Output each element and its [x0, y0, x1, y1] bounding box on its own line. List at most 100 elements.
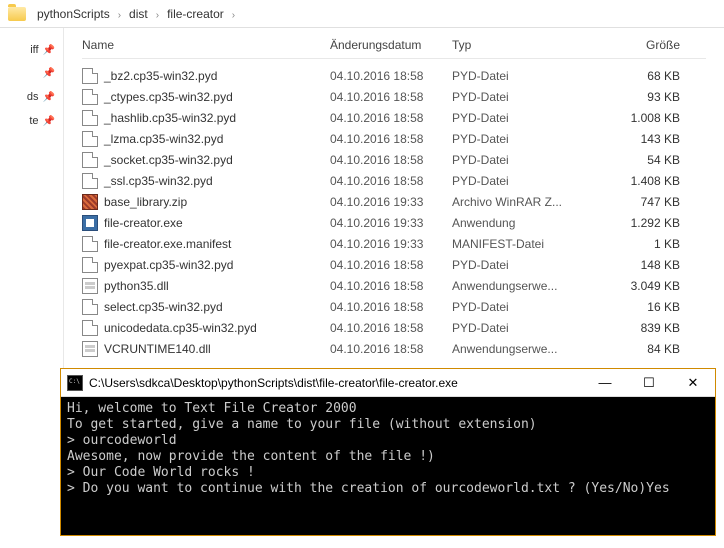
- file-size: 1.292 KB: [592, 216, 688, 230]
- breadcrumb-segment[interactable]: pythonScripts: [34, 7, 113, 21]
- exe-icon: [82, 215, 98, 231]
- sidebar-item[interactable]: ds📌: [0, 85, 63, 109]
- file-type: PYD-Datei: [452, 300, 592, 314]
- file-icon: [82, 89, 98, 105]
- file-row[interactable]: _lzma.cp35-win32.pyd04.10.2016 18:58PYD-…: [82, 128, 706, 149]
- file-row[interactable]: python35.dll04.10.2016 18:58Anwendungser…: [82, 275, 706, 296]
- file-size: 1 KB: [592, 237, 688, 251]
- dll-icon: [82, 341, 98, 357]
- file-type: MANIFEST-Datei: [452, 237, 592, 251]
- file-type: Anwendung: [452, 216, 592, 230]
- file-size: 68 KB: [592, 69, 688, 83]
- file-size: 84 KB: [592, 342, 688, 356]
- file-row[interactable]: _socket.cp35-win32.pyd04.10.2016 18:58PY…: [82, 149, 706, 170]
- file-date: 04.10.2016 18:58: [330, 258, 452, 272]
- col-date[interactable]: Änderungsdatum: [330, 38, 452, 52]
- breadcrumb-segment[interactable]: dist: [126, 7, 151, 21]
- file-name: pyexpat.cp35-win32.pyd: [104, 258, 233, 272]
- file-row[interactable]: _bz2.cp35-win32.pyd04.10.2016 18:58PYD-D…: [82, 65, 706, 86]
- file-name: python35.dll: [104, 279, 169, 293]
- file-name: _ctypes.cp35-win32.pyd: [104, 90, 233, 104]
- pin-icon: 📌: [43, 116, 55, 127]
- col-type[interactable]: Typ: [452, 38, 592, 52]
- file-size: 93 KB: [592, 90, 688, 104]
- file-name: base_library.zip: [104, 195, 187, 209]
- file-row[interactable]: _hashlib.cp35-win32.pyd 04.10.2016 18:58P…: [82, 107, 706, 128]
- file-icon: [82, 68, 98, 84]
- file-date: 04.10.2016 18:58: [330, 153, 452, 167]
- file-date: 04.10.2016 18:58: [330, 111, 452, 125]
- file-date: 04.10.2016 18:58: [330, 174, 452, 188]
- col-size[interactable]: Größe: [592, 38, 688, 52]
- file-date: 04.10.2016 18:58: [330, 321, 452, 335]
- column-headers[interactable]: Name Änderungsdatum Typ Größe: [82, 38, 706, 59]
- chevron-right-icon: ›: [151, 10, 164, 21]
- sidebar-item[interactable]: 📌: [0, 62, 63, 85]
- file-row[interactable]: select.cp35-win32.pyd 04.10.2016 18:58PYD…: [82, 296, 706, 317]
- close-button[interactable]: ✕: [671, 369, 715, 397]
- maximize-button[interactable]: ☐: [627, 369, 671, 397]
- file-type: Anwendungserwe...: [452, 342, 592, 356]
- pin-icon: 📌: [43, 68, 55, 79]
- file-row[interactable]: base_library.zip04.10.2016 19:33Archivo …: [82, 191, 706, 212]
- file-row[interactable]: file-creator.exe.manifest04.10.2016 19:3…: [82, 233, 706, 254]
- sidebar-item[interactable]: te📌: [0, 109, 63, 133]
- file-size: 54 KB: [592, 153, 688, 167]
- file-size: 1.408 KB: [592, 174, 688, 188]
- file-icon: [82, 131, 98, 147]
- console-window[interactable]: C:\Users\sdkca\Desktop\pythonScripts\dis…: [60, 368, 716, 536]
- sidebar: iff📌📌ds📌te📌: [0, 28, 64, 368]
- file-type: PYD-Datei: [452, 132, 592, 146]
- title-bar[interactable]: C:\Users\sdkca\Desktop\pythonScripts\dis…: [61, 369, 715, 397]
- file-size: 148 KB: [592, 258, 688, 272]
- file-date: 04.10.2016 18:58: [330, 342, 452, 356]
- file-row[interactable]: pyexpat.cp35-win32.pyd 04.10.2016 18:58PY…: [82, 254, 706, 275]
- file-date: 04.10.2016 18:58: [330, 132, 452, 146]
- file-name: _hashlib.cp35-win32.pyd: [104, 111, 236, 125]
- file-date: 04.10.2016 18:58: [330, 90, 452, 104]
- file-name: file-creator.exe: [104, 216, 183, 230]
- minimize-button[interactable]: —: [583, 369, 627, 397]
- cmd-icon: [67, 375, 83, 391]
- chevron-right-icon: ›: [227, 10, 240, 21]
- chevron-right-icon: ›: [113, 10, 126, 21]
- file-name: VCRUNTIME140.dll: [104, 342, 211, 356]
- file-row[interactable]: _ssl.cp35-win32.pyd 04.10.2016 18:58PYD-D…: [82, 170, 706, 191]
- file-type: PYD-Datei: [452, 258, 592, 272]
- file-icon: [82, 110, 98, 126]
- file-name: _socket.cp35-win32.pyd: [104, 153, 233, 167]
- file-type: PYD-Datei: [452, 174, 592, 188]
- file-size: 143 KB: [592, 132, 688, 146]
- pin-icon: 📌: [43, 92, 55, 103]
- folder-icon: [8, 7, 26, 21]
- file-name: select.cp35-win32.pyd: [104, 300, 223, 314]
- breadcrumb[interactable]: pythonScripts›dist›file-creator›: [0, 0, 724, 28]
- breadcrumb-segment[interactable]: file-creator: [164, 7, 227, 21]
- file-icon: [82, 320, 98, 336]
- file-icon: [82, 173, 98, 189]
- col-name[interactable]: Name: [82, 38, 330, 52]
- file-size: 16 KB: [592, 300, 688, 314]
- console-output[interactable]: Hi, welcome to Text File Creator 2000 To…: [61, 397, 715, 535]
- sidebar-item[interactable]: iff📌: [0, 38, 63, 62]
- file-type: PYD-Datei: [452, 111, 592, 125]
- file-date: 04.10.2016 18:58: [330, 300, 452, 314]
- file-size: 3.049 KB: [592, 279, 688, 293]
- file-row[interactable]: VCRUNTIME140.dll 04.10.2016 18:58Anwendun…: [82, 338, 706, 359]
- file-name: _ssl.cp35-win32.pyd: [104, 174, 213, 188]
- file-icon: [82, 152, 98, 168]
- pin-icon: 📌: [43, 45, 55, 56]
- file-type: PYD-Datei: [452, 69, 592, 83]
- file-type: Anwendungserwe...: [452, 279, 592, 293]
- window-title: C:\Users\sdkca\Desktop\pythonScripts\dis…: [89, 376, 583, 390]
- file-row[interactable]: unicodedata.cp35-win32.pyd04.10.2016 18:…: [82, 317, 706, 338]
- file-icon: [82, 257, 98, 273]
- file-row[interactable]: _ctypes.cp35-win32.pyd04.10.2016 18:58PY…: [82, 86, 706, 107]
- zip-icon: [82, 194, 98, 210]
- file-list-area: Name Änderungsdatum Typ Größe _bz2.cp35-…: [64, 28, 724, 368]
- dll-icon: [82, 278, 98, 294]
- file-row[interactable]: file-creator.exe04.10.2016 19:33Anwendun…: [82, 212, 706, 233]
- file-name: _bz2.cp35-win32.pyd: [104, 69, 217, 83]
- file-name: file-creator.exe.manifest: [104, 237, 231, 251]
- file-size: 839 KB: [592, 321, 688, 335]
